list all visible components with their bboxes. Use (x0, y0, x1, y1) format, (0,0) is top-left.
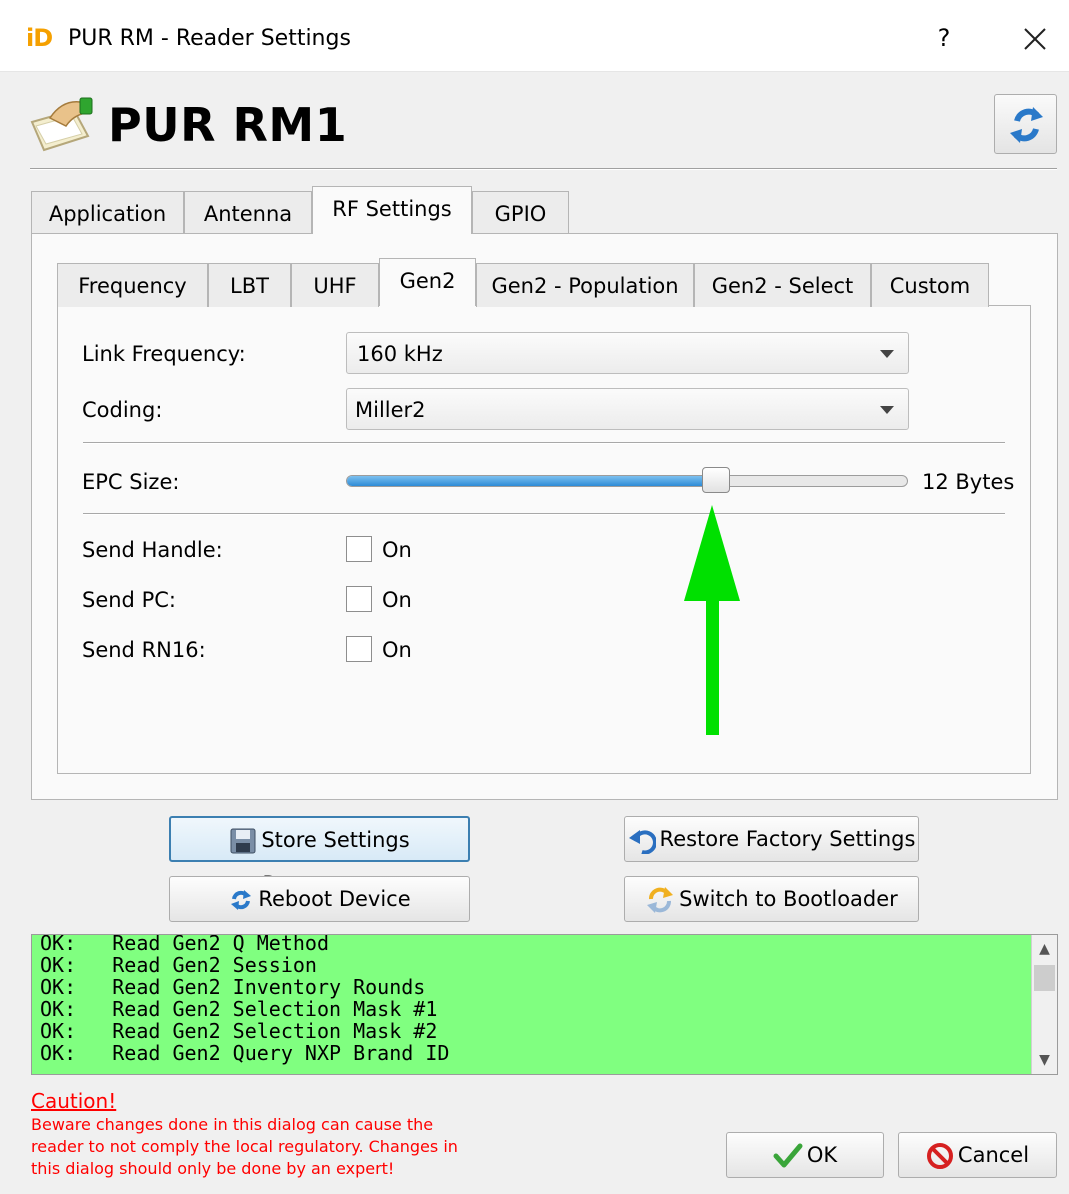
window-title: PUR RM - Reader Settings (68, 26, 351, 51)
ok-label: OK (806, 1143, 838, 1167)
close-icon (1024, 28, 1046, 50)
refresh-icon (231, 890, 252, 910)
log-lines: OK: Read Gen2 Q Method OK: Read Gen2 Sess… (40, 934, 1030, 1065)
divider (83, 442, 1005, 444)
link-frequency-label: Link Frequency: (82, 342, 246, 366)
chevron-down-icon (880, 406, 894, 414)
log-scrollbar[interactable]: ▲ ▼ (1031, 935, 1057, 1074)
caution-title: Caution! (31, 1089, 117, 1113)
log-line: OK: Read Gen2 Selection Mask #2 (40, 1019, 438, 1043)
reboot-device-button[interactable]: Reboot Device (169, 876, 470, 922)
cancel-label: Cancel (957, 1143, 1030, 1167)
log-line: OK: Read Gen2 Q Method (40, 934, 329, 955)
send-pc-label: Send PC: (82, 588, 176, 612)
close-button[interactable] (1018, 22, 1052, 56)
chevron-down-icon (880, 350, 894, 358)
link-frequency-value: 160 kHz (357, 342, 443, 366)
coding-select[interactable]: Miller2 (346, 388, 909, 430)
log-line: OK: Read Gen2 Selection Mask #1 (40, 997, 438, 1021)
switch-bootloader-label: Switch to Bootloader (679, 887, 898, 911)
subtab-gen2-population[interactable]: Gen2 - Population (476, 263, 694, 307)
ok-button[interactable]: OK (726, 1132, 884, 1178)
link-frequency-select[interactable]: 160 kHz (346, 332, 909, 374)
store-settings-button[interactable]: Store Settings Permanent (169, 816, 470, 896)
send-pc-checkbox-label[interactable]: On (382, 588, 412, 612)
epc-size-slider-handle[interactable] (702, 467, 730, 493)
switch-bootloader-button[interactable]: Switch to Bootloader (624, 876, 919, 922)
reader-device-icon (30, 96, 98, 158)
refresh-button[interactable] (994, 94, 1057, 154)
send-rn16-checkbox[interactable] (346, 636, 372, 662)
scroll-thumb[interactable] (1034, 965, 1055, 991)
epc-size-slider-fill (347, 476, 711, 486)
coding-value: Miller2 (355, 398, 426, 422)
log-line: OK: Read Gen2 Query NXP Brand ID (40, 1041, 450, 1065)
annotation-arrow-icon (680, 505, 750, 737)
send-handle-label: Send Handle: (82, 538, 223, 562)
subtab-custom[interactable]: Custom (871, 263, 989, 307)
device-name-heading: PUR RM1 (108, 98, 348, 152)
epc-size-label: EPC Size: (82, 470, 180, 494)
send-handle-checkbox[interactable] (346, 536, 372, 562)
app-logo: iD (26, 24, 53, 52)
floppy-disk-icon (230, 828, 256, 854)
subtab-gen2-select[interactable]: Gen2 - Select (694, 263, 871, 307)
send-rn16-checkbox-label[interactable]: On (382, 638, 412, 662)
restore-factory-button[interactable]: Restore Factory Settings (624, 816, 919, 862)
tab-application[interactable]: Application (31, 191, 184, 235)
caution-text: Beware changes done in this dialog can c… (31, 1115, 458, 1178)
tab-antenna[interactable]: Antenna (184, 191, 312, 235)
refresh-icon (1010, 107, 1043, 143)
help-button[interactable]: ? (928, 22, 960, 54)
log-output[interactable]: OK: Read Gen2 Q Method OK: Read Gen2 Sess… (31, 934, 1058, 1075)
epc-size-value: 12 Bytes (922, 470, 1015, 494)
sync-icon (647, 887, 674, 913)
send-pc-checkbox[interactable] (346, 586, 372, 612)
subtab-uhf[interactable]: UHF (291, 263, 379, 307)
scroll-up-icon[interactable]: ▲ (1032, 935, 1057, 963)
log-line: OK: Read Gen2 Inventory Rounds (40, 975, 426, 999)
tab-gpio[interactable]: GPIO (472, 191, 569, 235)
header-separator (30, 168, 1057, 170)
cancel-icon (926, 1143, 953, 1169)
restore-factory-label: Restore Factory Settings (659, 827, 916, 851)
log-line: OK: Read Gen2 Session (40, 953, 317, 977)
checkmark-icon (773, 1143, 803, 1168)
divider (83, 513, 1005, 515)
subtab-lbt[interactable]: LBT (208, 263, 291, 307)
subtab-gen2[interactable]: Gen2 (379, 258, 476, 306)
cancel-button[interactable]: Cancel (898, 1132, 1057, 1178)
undo-icon (628, 830, 657, 855)
epc-size-slider[interactable] (346, 475, 908, 487)
send-handle-checkbox-label[interactable]: On (382, 538, 412, 562)
coding-label: Coding: (82, 398, 163, 422)
reboot-device-label: Reboot Device (258, 887, 411, 911)
subtab-frequency[interactable]: Frequency (57, 263, 208, 307)
scroll-down-icon[interactable]: ▼ (1032, 1046, 1057, 1074)
send-rn16-label: Send RN16: (82, 638, 206, 662)
tab-rf-settings[interactable]: RF Settings (312, 186, 472, 234)
